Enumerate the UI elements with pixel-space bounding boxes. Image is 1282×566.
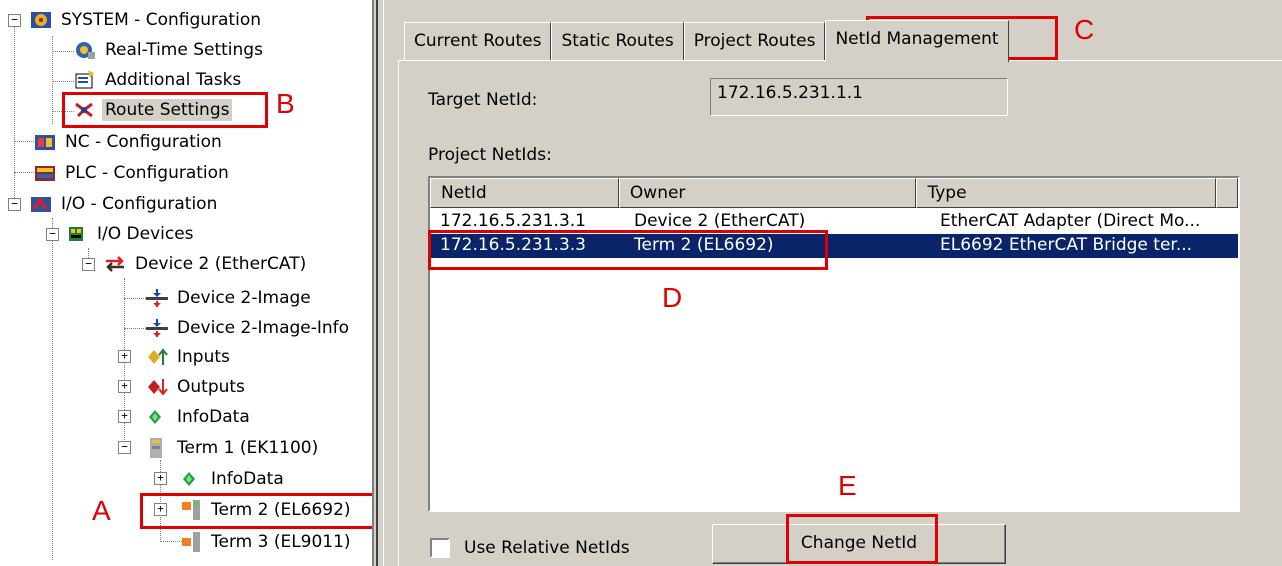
- nc-icon: [34, 132, 56, 152]
- tree-item-infodata[interactable]: InfoData: [146, 402, 253, 432]
- system-config-icon: [30, 10, 52, 30]
- collapse-toggle[interactable]: −: [46, 228, 59, 241]
- column-header-owner[interactable]: Owner: [618, 178, 917, 208]
- callout-box-a: [140, 493, 375, 529]
- expand-toggle[interactable]: +: [118, 410, 131, 423]
- tree-item-inputs[interactable]: Inputs: [146, 342, 233, 372]
- cell-type: EL6692 EtherCAT Bridge ter...: [940, 235, 1193, 255]
- tree-item-system-configuration[interactable]: SYSTEM - Configuration: [30, 5, 264, 35]
- callout-label-a: A: [92, 495, 111, 526]
- tree-item-additional-tasks[interactable]: Additional Tasks: [74, 65, 244, 95]
- target-netid-label: Target NetId:: [428, 90, 538, 110]
- use-relative-netids-checkbox[interactable]: [430, 538, 450, 558]
- tree-line: [52, 51, 74, 52]
- tree-item-term-1-ek1100[interactable]: Term 1 (EK1100): [146, 433, 321, 463]
- pane-splitter[interactable]: [372, 0, 384, 566]
- tree-line: [14, 172, 34, 173]
- tree-item-outputs[interactable]: Outputs: [146, 372, 248, 402]
- tab-netid-management[interactable]: NetId Management: [825, 20, 1009, 62]
- callout-label-b: B: [276, 88, 295, 119]
- use-relative-netids-label: Use Relative NetIds: [464, 538, 630, 558]
- callout-box-d: [428, 230, 828, 270]
- callout-label-c: C: [1074, 14, 1095, 45]
- tab-project-routes[interactable]: Project Routes: [683, 22, 826, 60]
- io-config-icon: [30, 194, 52, 214]
- collapse-toggle[interactable]: −: [118, 441, 131, 454]
- column-header-type[interactable]: Type: [916, 178, 1216, 208]
- tree-line: [14, 26, 15, 206]
- tab-current-routes[interactable]: Current Routes: [404, 22, 552, 60]
- collapse-toggle[interactable]: −: [82, 258, 95, 271]
- infodata-icon: [146, 407, 168, 427]
- plc-icon: [34, 163, 56, 183]
- tree-line: [124, 278, 125, 454]
- tree-line: [14, 141, 34, 142]
- terminal-icon: [146, 438, 168, 458]
- inputs-icon: [146, 347, 168, 367]
- tree-item-device-2-image-info[interactable]: Device 2-Image-Info: [146, 313, 352, 343]
- tab-strip: Current Routes Static Routes Project Rou…: [404, 20, 1009, 62]
- collapse-toggle[interactable]: −: [8, 198, 21, 211]
- outputs-icon: [146, 377, 168, 397]
- image-icon: [146, 288, 168, 308]
- expand-toggle[interactable]: +: [118, 380, 131, 393]
- column-header-filler: [1216, 178, 1238, 208]
- tree-item-real-time-settings[interactable]: Real-Time Settings: [74, 35, 266, 65]
- tree-item-nc-configuration[interactable]: NC - Configuration: [34, 127, 225, 157]
- infodata-icon: [180, 469, 202, 489]
- callout-label-e: E: [838, 470, 857, 501]
- tree-line: [52, 218, 53, 560]
- list-header: NetId Owner Type: [430, 178, 1238, 208]
- tree-line: [160, 541, 182, 542]
- project-netids-list[interactable]: NetId Owner Type 172.16.5.231.3.1 Device…: [428, 176, 1240, 512]
- tree-item-device-2-image[interactable]: Device 2-Image: [146, 283, 314, 313]
- tree-line: [52, 81, 74, 82]
- image-info-icon: [146, 318, 168, 338]
- callout-box-b: [62, 92, 268, 128]
- tab-static-routes[interactable]: Static Routes: [551, 22, 684, 60]
- project-netids-label: Project NetIds:: [428, 145, 552, 165]
- expand-toggle[interactable]: +: [118, 350, 131, 363]
- tree-item-plc-configuration[interactable]: PLC - Configuration: [34, 158, 232, 188]
- tree-item-infodata-term1[interactable]: InfoData: [180, 464, 287, 494]
- solution-tree[interactable]: − SYSTEM - Configuration Real-Time Setti…: [0, 0, 375, 566]
- ethercat-device-icon: [104, 254, 126, 274]
- io-devices-icon: [66, 224, 88, 244]
- realtime-icon: [74, 40, 96, 60]
- terminal-icon: [180, 532, 202, 552]
- column-header-netid[interactable]: NetId: [430, 178, 619, 208]
- callout-label-d: D: [662, 282, 683, 313]
- callout-box-e: [786, 514, 938, 564]
- tasks-icon: [74, 70, 96, 90]
- expand-toggle[interactable]: +: [154, 472, 167, 485]
- tree-item-device-2-ethercat[interactable]: Device 2 (EtherCAT): [104, 249, 309, 279]
- tree-line: [124, 298, 146, 299]
- tree-item-io-configuration[interactable]: I/O - Configuration: [30, 189, 220, 219]
- tree-item-term-3-el9011[interactable]: Term 3 (EL9011): [180, 527, 354, 557]
- collapse-toggle[interactable]: −: [8, 14, 21, 27]
- tree-item-io-devices[interactable]: I/O Devices: [66, 219, 197, 249]
- tree-line: [124, 328, 146, 329]
- cell-type: EtherCAT Adapter (Direct Mo...: [940, 211, 1201, 231]
- target-netid-field: 172.16.5.231.1.1: [710, 78, 1008, 116]
